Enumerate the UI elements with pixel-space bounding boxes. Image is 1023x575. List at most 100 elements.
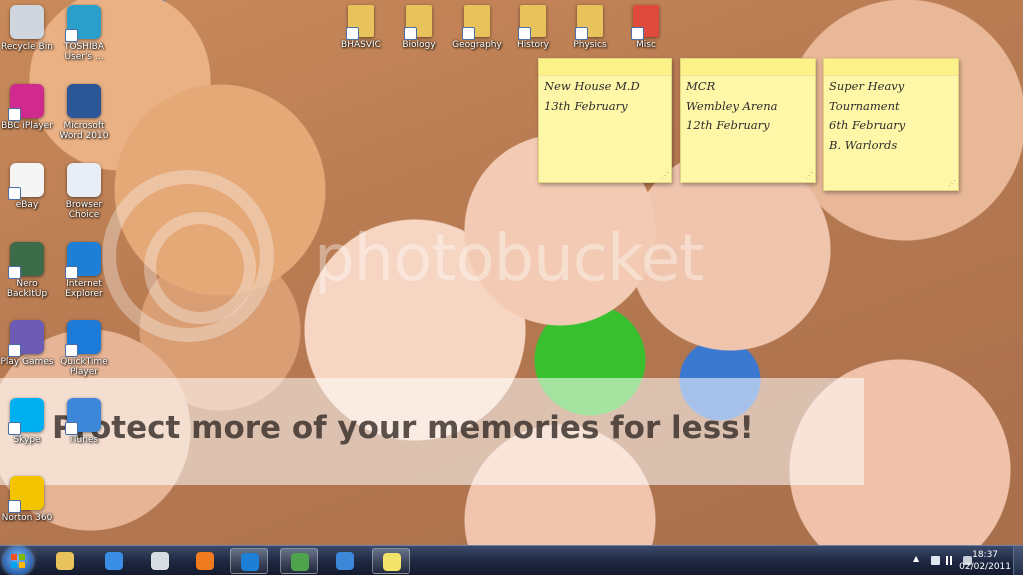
folder-documents-icon (462, 5, 490, 40)
taskbar-internet-explorer[interactable] (230, 548, 268, 574)
sticky-note-line: 12th February (686, 118, 770, 132)
taskbar-messenger[interactable] (95, 548, 133, 574)
desktop-icon-label: Internet Explorer (65, 279, 103, 299)
play-games-icon (8, 320, 44, 357)
resize-grip-icon[interactable]: ⋰ (805, 172, 813, 180)
quicktime-icon (65, 320, 101, 357)
folder-bhasvic[interactable]: BHASVIC (333, 5, 389, 50)
desktop-icon-label: iTunes (69, 435, 99, 445)
sticky-notes-icon (383, 553, 401, 571)
folder-physics[interactable]: Physics (562, 5, 618, 50)
sticky-note-line: Tournament (829, 98, 900, 113)
desktop-icon-label: Microsoft Word 2010 (59, 121, 109, 141)
resize-grip-icon[interactable]: ⋰ (661, 172, 669, 180)
taskbar: ▲ 18:37 02/02/2011 (0, 545, 1023, 575)
taskbar-clock-readout[interactable]: 18:37 02/02/2011 (959, 549, 1011, 573)
desktop-icon-nero-backitup[interactable]: Nero BackItUp (0, 242, 59, 299)
file-misc[interactable]: Misc (618, 5, 674, 50)
taskbar-windows-live[interactable] (280, 548, 318, 574)
desktop-icon-ebay[interactable]: eBay (0, 163, 59, 210)
desktop-icon-bbc-iplayer[interactable]: BBC iPlayer (0, 84, 59, 131)
taskbar-sticky-notes[interactable] (372, 548, 410, 574)
desktop-icon-toshiba-manual[interactable]: TOSHIBA User's ... (52, 5, 116, 62)
media-player-icon (196, 552, 214, 570)
folder-documents-icon (404, 5, 432, 40)
desktop-icon-recycle-bin[interactable]: Recycle Bin (0, 5, 59, 52)
desktop-icon-label: Play Games (0, 357, 54, 367)
sticky-note-line: Super Heavy (829, 79, 905, 93)
sticky-note-2[interactable]: MCR Wembley Arena 12th February ⋰ (680, 58, 816, 183)
norton-icon (8, 476, 44, 513)
windows-logo-icon (11, 554, 25, 568)
clock-date: 02/02/2011 (959, 562, 1011, 572)
desktop-icon-internet-explorer[interactable]: Internet Explorer (52, 242, 116, 299)
sticky-note-line: 6th February (829, 118, 906, 132)
taskbar-media-player[interactable] (186, 548, 224, 574)
desktop-icon-label: QuickTime Player (60, 357, 108, 377)
watermark-banner-text: Protect more of your memories for less! (52, 410, 754, 446)
desktop-icon-label: eBay (15, 200, 39, 210)
folder-documents-icon (575, 5, 603, 40)
desktop-icon-label: BBC iPlayer (1, 121, 53, 131)
clock-time: 18:37 (972, 550, 999, 560)
clock-icon (151, 552, 169, 570)
sticky-note-line: Wembley Arena (686, 98, 778, 113)
taskbar-itunes[interactable] (326, 548, 364, 574)
desktop-icon-label: Nero BackItUp (6, 279, 48, 299)
desktop-icon-word[interactable]: Microsoft Word 2010 (52, 84, 116, 141)
desktop-icon-itunes[interactable]: iTunes (52, 398, 116, 445)
desktop-icon-skype[interactable]: Skype (0, 398, 59, 445)
sticky-note-line: 13th February (544, 98, 628, 113)
sticky-note-line: B. Warlords (829, 137, 898, 152)
folder-biology[interactable]: Biology (391, 5, 447, 50)
folder-label: Biology (402, 40, 436, 50)
sticky-note-3[interactable]: Super Heavy Tournament 6th February B. W… (823, 58, 959, 191)
folder-documents-icon (518, 5, 546, 40)
internet-explorer-icon (65, 242, 101, 279)
folder-label: Physics (573, 40, 607, 50)
start-button[interactable] (3, 547, 33, 575)
sticky-note-1[interactable]: New House M.D 13th February ⋰ (538, 58, 672, 183)
manual-book-icon (65, 5, 101, 42)
taskbar-clock[interactable] (141, 548, 179, 574)
show-hidden-icons-icon[interactable]: ▲ (913, 554, 922, 563)
folder-label: Misc (636, 40, 656, 50)
desktop-icon-label: TOSHIBA User's ... (63, 42, 105, 62)
messenger-icon (105, 552, 123, 570)
show-desktop-button[interactable] (1013, 546, 1023, 575)
itunes-icon (336, 552, 354, 570)
folder-label: BHASVIC (341, 40, 381, 50)
pdf-file-icon (631, 5, 659, 40)
itunes-icon (65, 398, 101, 435)
browser-choice-icon (67, 163, 101, 197)
action-center-icon[interactable] (931, 556, 940, 565)
folder-geography[interactable]: Geography (449, 5, 505, 50)
desktop-icon-browser-choice[interactable]: Browser Choice (52, 163, 116, 220)
resize-grip-icon[interactable]: ⋰ (948, 180, 956, 188)
network-icon[interactable] (946, 556, 955, 565)
ebay-icon (8, 163, 44, 200)
recycle-bin-icon (10, 5, 44, 39)
desktop-icon-play-games[interactable]: Play Games (0, 320, 59, 367)
desktop-icon-label: Norton 360 (1, 513, 53, 523)
internet-explorer-icon (241, 553, 259, 571)
desktop-icon-norton-360[interactable]: Norton 360 (0, 476, 59, 523)
nero-backitup-icon (8, 242, 44, 279)
word-icon (67, 84, 101, 118)
sticky-note-line: MCR (686, 79, 716, 93)
photobucket-watermark: photobucket (314, 222, 704, 296)
skype-icon (8, 398, 44, 435)
desktop-icon-label: Skype (13, 435, 41, 445)
desktop-icon-label: Browser Choice (65, 200, 103, 220)
sticky-note-line: New House M.D (544, 79, 640, 93)
desktop-icon-quicktime[interactable]: QuickTime Player (52, 320, 116, 377)
folder-icon (56, 552, 74, 570)
folder-history[interactable]: History (505, 5, 561, 50)
people-icon (291, 553, 309, 571)
taskbar-explorer[interactable] (46, 548, 84, 574)
photobucket-logo-ring (102, 170, 274, 342)
folder-label: History (516, 40, 550, 50)
folder-label: Geography (452, 40, 502, 50)
bbc-iplayer-icon (8, 84, 44, 121)
desktop-icon-label: Recycle Bin (1, 42, 53, 52)
